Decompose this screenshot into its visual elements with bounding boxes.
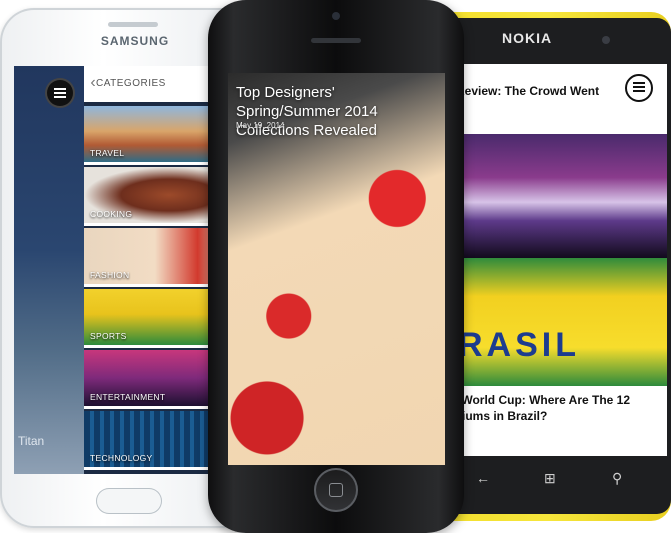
category-label: FASHION — [90, 270, 130, 280]
nokia-camera-icon — [602, 36, 610, 44]
categories-title: CATEGORIES — [96, 78, 166, 89]
article-headline[interactable]: rt Review: The Crowd Went — [444, 84, 619, 98]
category-technology[interactable]: TECHNOLOGY — [84, 411, 226, 470]
iphone-speaker — [311, 38, 361, 43]
article-title[interactable]: Top Designers' Spring/Summer 2014 Collec… — [236, 83, 436, 140]
article-headline[interactable]: ifa World Cup: Where Are The 12 tadiums … — [444, 392, 659, 424]
category-label: COOKING — [90, 209, 133, 219]
nokia-brand: NOKIA — [502, 30, 553, 46]
iphone-camera-icon — [332, 12, 340, 20]
samsung-brand: SAMSUNG — [100, 34, 170, 48]
search-icon[interactable]: ⚲ — [612, 470, 622, 487]
category-travel[interactable]: TRAVEL — [84, 106, 226, 165]
category-entertainment[interactable]: ENTERTAINMENT — [84, 350, 226, 409]
samsung-home-button[interactable] — [96, 488, 162, 514]
windows-start-icon[interactable]: ⊞ — [544, 470, 556, 487]
iphone-home-button[interactable] — [314, 468, 358, 512]
hamburger-menu-icon[interactable] — [47, 80, 73, 106]
windows-nav-bar: ← ⊞ ⚲ — [442, 464, 667, 494]
category-sports[interactable]: SPORTS — [84, 289, 226, 348]
category-label: TRAVEL — [90, 148, 125, 158]
category-fashion[interactable]: FASHION — [84, 228, 226, 287]
category-label: TECHNOLOGY — [90, 453, 153, 463]
nokia-screen: ent rt Review: The Crowd Went 14 RASIL i… — [442, 64, 667, 456]
iphone: Top Designers' Spring/Summer 2014 Collec… — [208, 0, 464, 533]
category-label: SPORTS — [90, 331, 127, 341]
hamburger-menu-icon[interactable] — [625, 74, 653, 102]
samsung-speaker — [108, 22, 158, 27]
category-cooking[interactable]: COOKING — [84, 167, 226, 226]
background-article-text: Titan — [18, 434, 45, 448]
concert-image[interactable] — [442, 134, 667, 258]
category-label: ENTERTAINMENT — [90, 392, 166, 402]
brazil-fans-image[interactable] — [442, 258, 667, 386]
back-arrow-icon[interactable]: ← — [476, 470, 490, 486]
iphone-screen: Top Designers' Spring/Summer 2014 Collec… — [228, 73, 445, 465]
article-date: May 19, 2014 — [236, 121, 285, 130]
background-article-view — [14, 66, 84, 474]
banner-text: RASIL — [458, 326, 580, 364]
